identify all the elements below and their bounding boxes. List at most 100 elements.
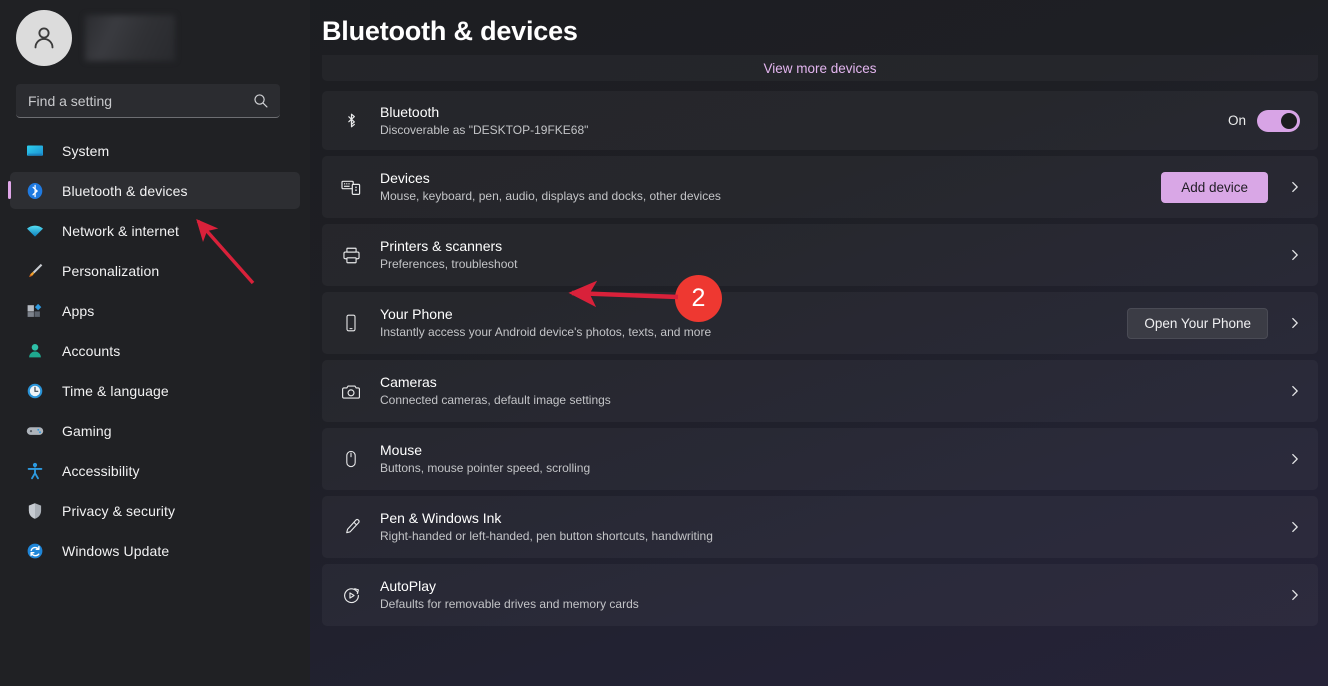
row-cameras[interactable]: Cameras Connected cameras, default image… — [322, 360, 1318, 422]
open-your-phone-button[interactable]: Open Your Phone — [1127, 307, 1268, 339]
wifi-icon — [24, 220, 46, 242]
sidebar-item-gaming[interactable]: Gaming — [10, 412, 300, 449]
sidebar-item-label: Bluetooth & devices — [62, 182, 188, 199]
sidebar-item-label: Personalization — [62, 262, 160, 279]
row-title: Cameras — [380, 374, 437, 390]
row-subtitle: Discoverable as "DESKTOP-19FKE68" — [380, 122, 589, 137]
sidebar-item-system[interactable]: System — [10, 132, 300, 169]
person-avatar-icon — [34, 27, 54, 49]
main-content: Bluetooth & devices View more devices Bl… — [310, 0, 1328, 686]
page-title: Bluetooth & devices — [322, 16, 578, 46]
sidebar-item-label: Privacy & security — [62, 502, 176, 519]
search-container — [16, 84, 280, 118]
autoplay-icon — [338, 585, 364, 606]
sidebar-nav: System Bluetooth & devices Network & int… — [0, 132, 310, 569]
system-monitor-icon — [24, 140, 46, 162]
paintbrush-icon — [24, 260, 46, 282]
row-bluetooth[interactable]: Bluetooth Discoverable as "DESKTOP-19FKE… — [322, 91, 1318, 150]
row-title: AutoPlay — [380, 578, 437, 594]
row-text: Pen & Windows Ink Right-handed or left-h… — [380, 510, 1276, 544]
sidebar-item-network-internet[interactable]: Network & internet — [10, 212, 300, 249]
sidebar-item-label: Apps — [62, 302, 95, 319]
row-text: Mouse Buttons, mouse pointer speed, scro… — [380, 442, 1276, 476]
gamepad-icon — [24, 420, 46, 442]
sidebar-item-time-language[interactable]: Time & language — [10, 372, 300, 409]
phone-icon — [338, 313, 364, 333]
toggle-knob — [1281, 112, 1297, 129]
bluetooth-toggle-group: On — [1227, 109, 1300, 132]
row-text: AutoPlay Defaults for removable drives a… — [380, 578, 1276, 612]
view-more-devices-link[interactable]: View more devices — [763, 61, 876, 76]
chevron-right-icon[interactable] — [1286, 589, 1304, 601]
bluetooth-icon — [24, 180, 46, 202]
sidebar-item-personalization[interactable]: Personalization — [10, 252, 300, 289]
chevron-right-icon[interactable] — [1286, 385, 1304, 397]
sidebar-item-accessibility[interactable]: Accessibility — [10, 452, 300, 489]
account-header[interactable] — [0, 0, 310, 66]
row-printers-scanners[interactable]: Printers & scanners Preferences, trouble… — [322, 224, 1318, 286]
row-subtitle: Defaults for removable drives and memory… — [380, 597, 639, 611]
sidebar-item-label: Gaming — [62, 422, 112, 439]
row-text: Cameras Connected cameras, default image… — [380, 374, 1276, 408]
sidebar-item-label: System — [62, 142, 110, 159]
row-title: Printers & scanners — [380, 238, 503, 254]
apps-icon — [24, 300, 46, 322]
toggle-state-label: On — [1227, 113, 1246, 128]
bluetooth-glyph-icon — [338, 111, 364, 130]
sidebar-item-apps[interactable]: Apps — [10, 292, 300, 329]
settings-list: View more devices Bluetooth Discoverable… — [310, 55, 1328, 686]
avatar[interactable] — [16, 10, 72, 66]
row-title: Devices — [380, 170, 430, 186]
row-devices[interactable]: Devices Mouse, keyboard, pen, audio, dis… — [322, 156, 1318, 218]
shield-icon — [24, 500, 46, 522]
row-subtitle: Preferences, troubleshoot — [380, 257, 518, 271]
chevron-right-icon[interactable] — [1286, 181, 1304, 193]
row-title: Your Phone — [380, 306, 453, 322]
row-subtitle: Mouse, keyboard, pen, audio, displays an… — [380, 189, 721, 203]
row-autoplay[interactable]: AutoPlay Defaults for removable drives a… — [322, 564, 1318, 626]
username-redacted — [85, 15, 175, 61]
row-title: Pen & Windows Ink — [380, 510, 502, 526]
chevron-right-icon[interactable] — [1286, 453, 1304, 465]
pen-icon — [338, 517, 364, 538]
update-refresh-icon — [24, 540, 46, 562]
row-text: Your Phone Instantly access your Android… — [380, 306, 1127, 340]
row-pen-windows-ink[interactable]: Pen & Windows Ink Right-handed or left-h… — [322, 496, 1318, 558]
accessibility-person-icon — [24, 460, 46, 482]
row-title: Mouse — [380, 442, 423, 458]
mouse-icon — [338, 449, 364, 469]
view-more-devices-card[interactable]: View more devices — [322, 55, 1318, 81]
sidebar-item-label: Time & language — [62, 382, 169, 399]
chevron-right-icon[interactable] — [1286, 317, 1304, 329]
row-subtitle: Buttons, mouse pointer speed, scrolling — [380, 461, 591, 475]
row-text: Bluetooth Discoverable as "DESKTOP-19FKE… — [380, 104, 1228, 138]
sidebar-item-accounts[interactable]: Accounts — [10, 332, 300, 369]
annotation-marker-2: 2 — [675, 275, 722, 322]
bluetooth-toggle[interactable] — [1257, 109, 1300, 132]
sidebar-item-label: Accessibility — [62, 462, 140, 479]
sidebar-item-bluetooth-devices[interactable]: Bluetooth & devices — [8, 172, 300, 209]
sidebar: System Bluetooth & devices — [0, 0, 310, 686]
row-subtitle: Connected cameras, default image setting… — [380, 393, 611, 407]
row-mouse[interactable]: Mouse Buttons, mouse pointer speed, scro… — [322, 428, 1318, 490]
row-subtitle: Instantly access your Android device's p… — [380, 325, 712, 339]
camera-icon — [338, 381, 364, 402]
devices-icon — [338, 176, 364, 198]
sidebar-item-label: Accounts — [62, 342, 121, 359]
search-input[interactable] — [16, 84, 280, 118]
account-person-icon — [24, 340, 46, 362]
row-text: Printers & scanners Preferences, trouble… — [380, 238, 1276, 272]
row-subtitle: Right-handed or left-handed, pen button … — [380, 529, 713, 543]
sidebar-item-label: Network & internet — [62, 222, 179, 239]
row-your-phone[interactable]: Your Phone Instantly access your Android… — [322, 292, 1318, 354]
sidebar-item-windows-update[interactable]: Windows Update — [10, 532, 300, 569]
add-device-button[interactable]: Add device — [1161, 171, 1268, 203]
sidebar-item-privacy-security[interactable]: Privacy & security — [10, 492, 300, 529]
sidebar-item-label: Windows Update — [62, 542, 170, 559]
settings-window: System Bluetooth & devices — [0, 0, 1328, 686]
row-title: Bluetooth — [380, 103, 440, 120]
clock-icon — [24, 380, 46, 402]
row-text: Devices Mouse, keyboard, pen, audio, dis… — [380, 170, 1161, 204]
chevron-right-icon[interactable] — [1286, 249, 1304, 261]
chevron-right-icon[interactable] — [1286, 521, 1304, 533]
